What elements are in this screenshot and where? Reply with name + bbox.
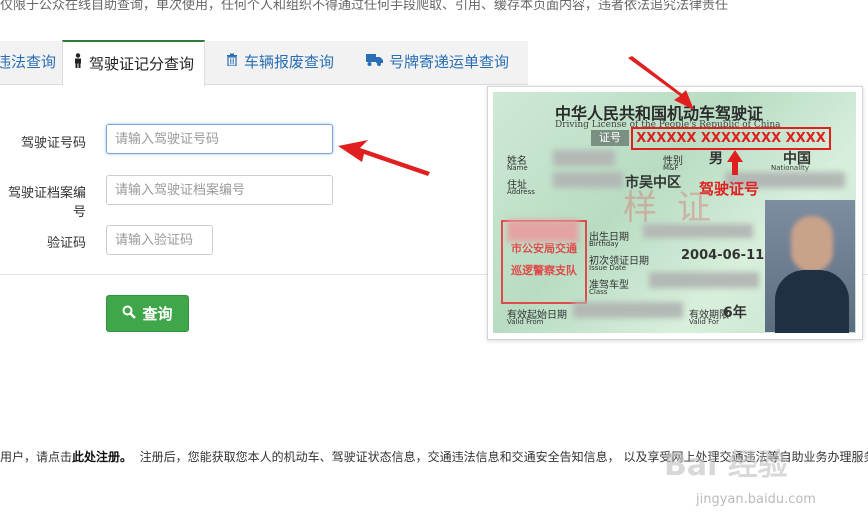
arrow-to-card-number-icon	[628, 56, 694, 110]
arrow-to-input-icon	[338, 140, 430, 176]
baidu-jingyan-url: jingyan.baidu.com	[696, 492, 816, 507]
baidu-jingyan-watermark: Bai 经验	[664, 448, 788, 483]
